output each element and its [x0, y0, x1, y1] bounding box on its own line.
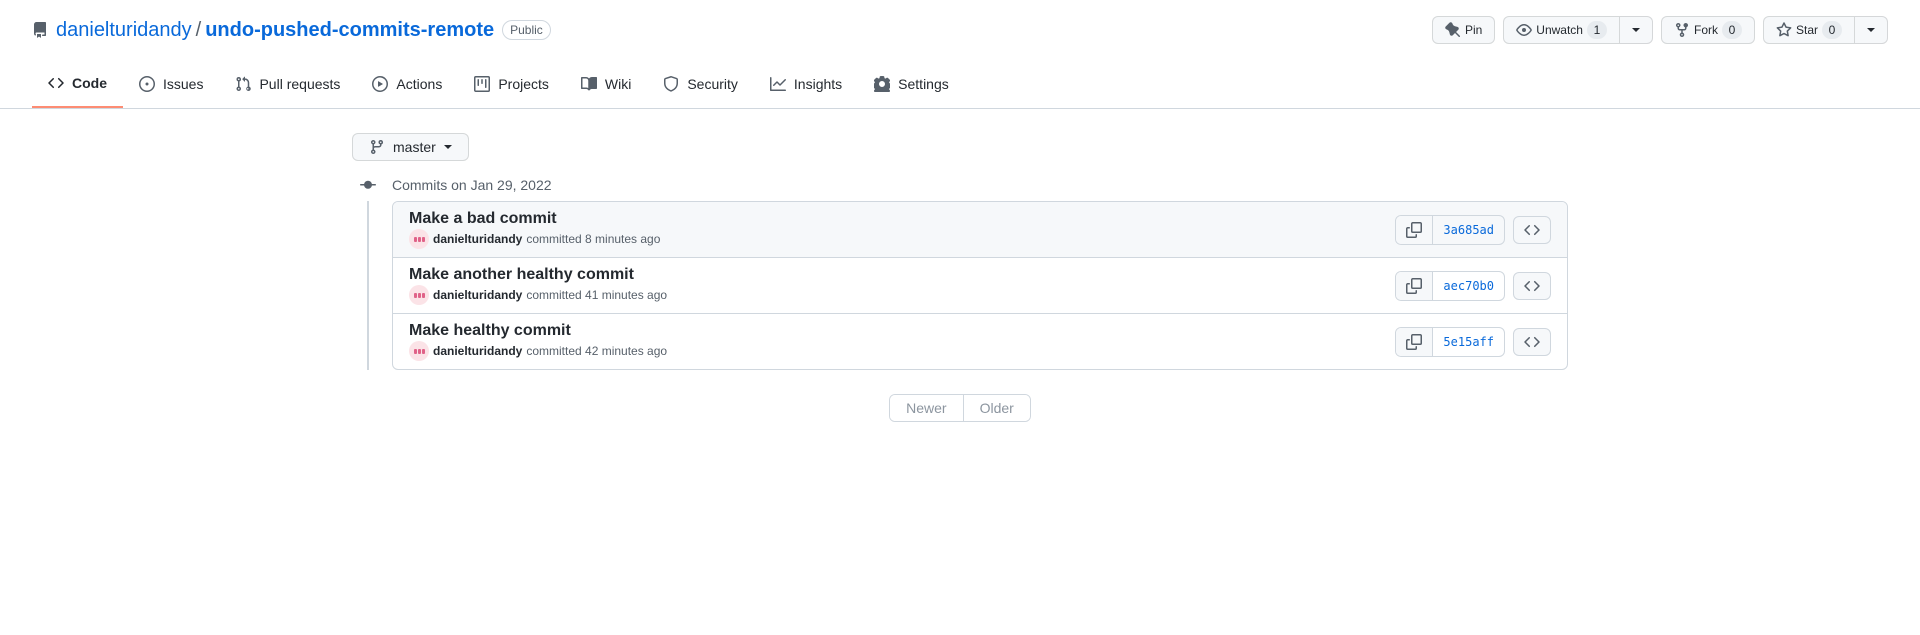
- code-icon: [1524, 222, 1540, 238]
- pin-label: Pin: [1465, 20, 1482, 40]
- project-icon: [474, 76, 490, 92]
- commit-title[interactable]: Make healthy commit: [409, 322, 571, 339]
- copy-sha-button[interactable]: [1396, 216, 1433, 244]
- code-icon: [1524, 334, 1540, 350]
- tab-issues[interactable]: Issues: [123, 60, 219, 108]
- repo-title: danielturidandy / undo-pushed-commits-re…: [32, 19, 551, 42]
- code-icon: [1524, 278, 1540, 294]
- pin-button[interactable]: Pin: [1432, 16, 1495, 44]
- tab-settings-label: Settings: [898, 69, 949, 99]
- fork-label: Fork: [1694, 20, 1718, 40]
- copy-icon: [1406, 278, 1422, 294]
- commit-list: Make a bad commit danielturidandy commit…: [392, 201, 1568, 370]
- tab-projects[interactable]: Projects: [458, 60, 565, 108]
- sha-link[interactable]: 3a685ad: [1433, 216, 1504, 244]
- commit-author[interactable]: danielturidandy: [433, 232, 522, 246]
- tab-code[interactable]: Code: [32, 60, 123, 108]
- commit-item: Make another healthy commit danielturida…: [393, 258, 1567, 314]
- commit-item: Make a bad commit danielturidandy commit…: [393, 202, 1567, 258]
- commit-meta: committed 8 minutes ago: [526, 232, 660, 246]
- browse-repo-button[interactable]: [1513, 216, 1551, 244]
- star-icon: [1776, 22, 1792, 38]
- commit-title[interactable]: Make another healthy commit: [409, 266, 634, 283]
- tab-settings[interactable]: Settings: [858, 60, 965, 108]
- watch-count: 1: [1587, 21, 1607, 39]
- graph-icon: [770, 76, 786, 92]
- path-separator: /: [196, 19, 202, 42]
- star-dropdown-button[interactable]: [1855, 16, 1888, 44]
- unwatch-label: Unwatch: [1536, 20, 1583, 40]
- timeline-date: Commits on Jan 29, 2022: [392, 177, 552, 193]
- caret-down-icon: [444, 145, 452, 149]
- star-count: 0: [1822, 21, 1842, 39]
- branch-icon: [369, 139, 385, 155]
- tab-projects-label: Projects: [498, 69, 549, 99]
- tab-insights[interactable]: Insights: [754, 60, 858, 108]
- tab-insights-label: Insights: [794, 69, 842, 99]
- browse-repo-button[interactable]: [1513, 328, 1551, 356]
- sha-link[interactable]: 5e15aff: [1433, 328, 1504, 356]
- avatar[interactable]: [409, 341, 429, 361]
- repo-icon: [32, 22, 48, 38]
- pagination-newer[interactable]: Newer: [890, 395, 963, 421]
- caret-down-icon: [1867, 28, 1875, 32]
- pull-request-icon: [235, 76, 251, 92]
- tab-code-label: Code: [72, 68, 107, 98]
- tab-wiki[interactable]: Wiki: [565, 60, 647, 108]
- watch-dropdown-button[interactable]: [1620, 16, 1653, 44]
- branch-name: master: [393, 139, 436, 155]
- commit-author[interactable]: danielturidandy: [433, 344, 522, 358]
- repo-owner-link[interactable]: danielturidandy: [56, 19, 192, 42]
- fork-count: 0: [1722, 21, 1742, 39]
- issues-icon: [139, 76, 155, 92]
- copy-icon: [1406, 222, 1422, 238]
- sha-link[interactable]: aec70b0: [1433, 272, 1504, 300]
- repo-name-link[interactable]: undo-pushed-commits-remote: [205, 19, 494, 42]
- tab-security-label: Security: [687, 69, 738, 99]
- commit-meta: committed 42 minutes ago: [526, 344, 667, 358]
- commit-title[interactable]: Make a bad commit: [409, 210, 557, 227]
- tab-pulls-label: Pull requests: [259, 69, 340, 99]
- visibility-badge: Public: [502, 20, 551, 40]
- copy-sha-button[interactable]: [1396, 328, 1433, 356]
- caret-down-icon: [1632, 28, 1640, 32]
- eye-icon: [1516, 22, 1532, 38]
- commit-marker-icon: [360, 177, 376, 193]
- fork-button[interactable]: Fork 0: [1661, 16, 1755, 44]
- unwatch-button[interactable]: Unwatch 1: [1503, 16, 1620, 44]
- play-icon: [372, 76, 388, 92]
- avatar[interactable]: [409, 285, 429, 305]
- fork-icon: [1674, 22, 1690, 38]
- avatar[interactable]: [409, 229, 429, 249]
- star-button[interactable]: Star 0: [1763, 16, 1855, 44]
- copy-icon: [1406, 334, 1422, 350]
- tab-security[interactable]: Security: [647, 60, 754, 108]
- commit-meta: committed 41 minutes ago: [526, 288, 667, 302]
- code-icon: [48, 75, 64, 91]
- branch-selector[interactable]: master: [352, 133, 469, 161]
- shield-icon: [663, 76, 679, 92]
- copy-sha-button[interactable]: [1396, 272, 1433, 300]
- tab-wiki-label: Wiki: [605, 69, 631, 99]
- tab-issues-label: Issues: [163, 69, 203, 99]
- tab-actions-label: Actions: [396, 69, 442, 99]
- commit-author[interactable]: danielturidandy: [433, 288, 522, 302]
- tab-actions[interactable]: Actions: [356, 60, 458, 108]
- commit-item: Make healthy commit danielturidandy comm…: [393, 314, 1567, 369]
- star-label: Star: [1796, 20, 1818, 40]
- gear-icon: [874, 76, 890, 92]
- book-icon: [581, 76, 597, 92]
- repo-nav: Code Issues Pull requests Actions Projec…: [0, 60, 1920, 109]
- pin-icon: [1445, 22, 1461, 38]
- tab-pulls[interactable]: Pull requests: [219, 60, 356, 108]
- pagination-older[interactable]: Older: [964, 395, 1030, 421]
- browse-repo-button[interactable]: [1513, 272, 1551, 300]
